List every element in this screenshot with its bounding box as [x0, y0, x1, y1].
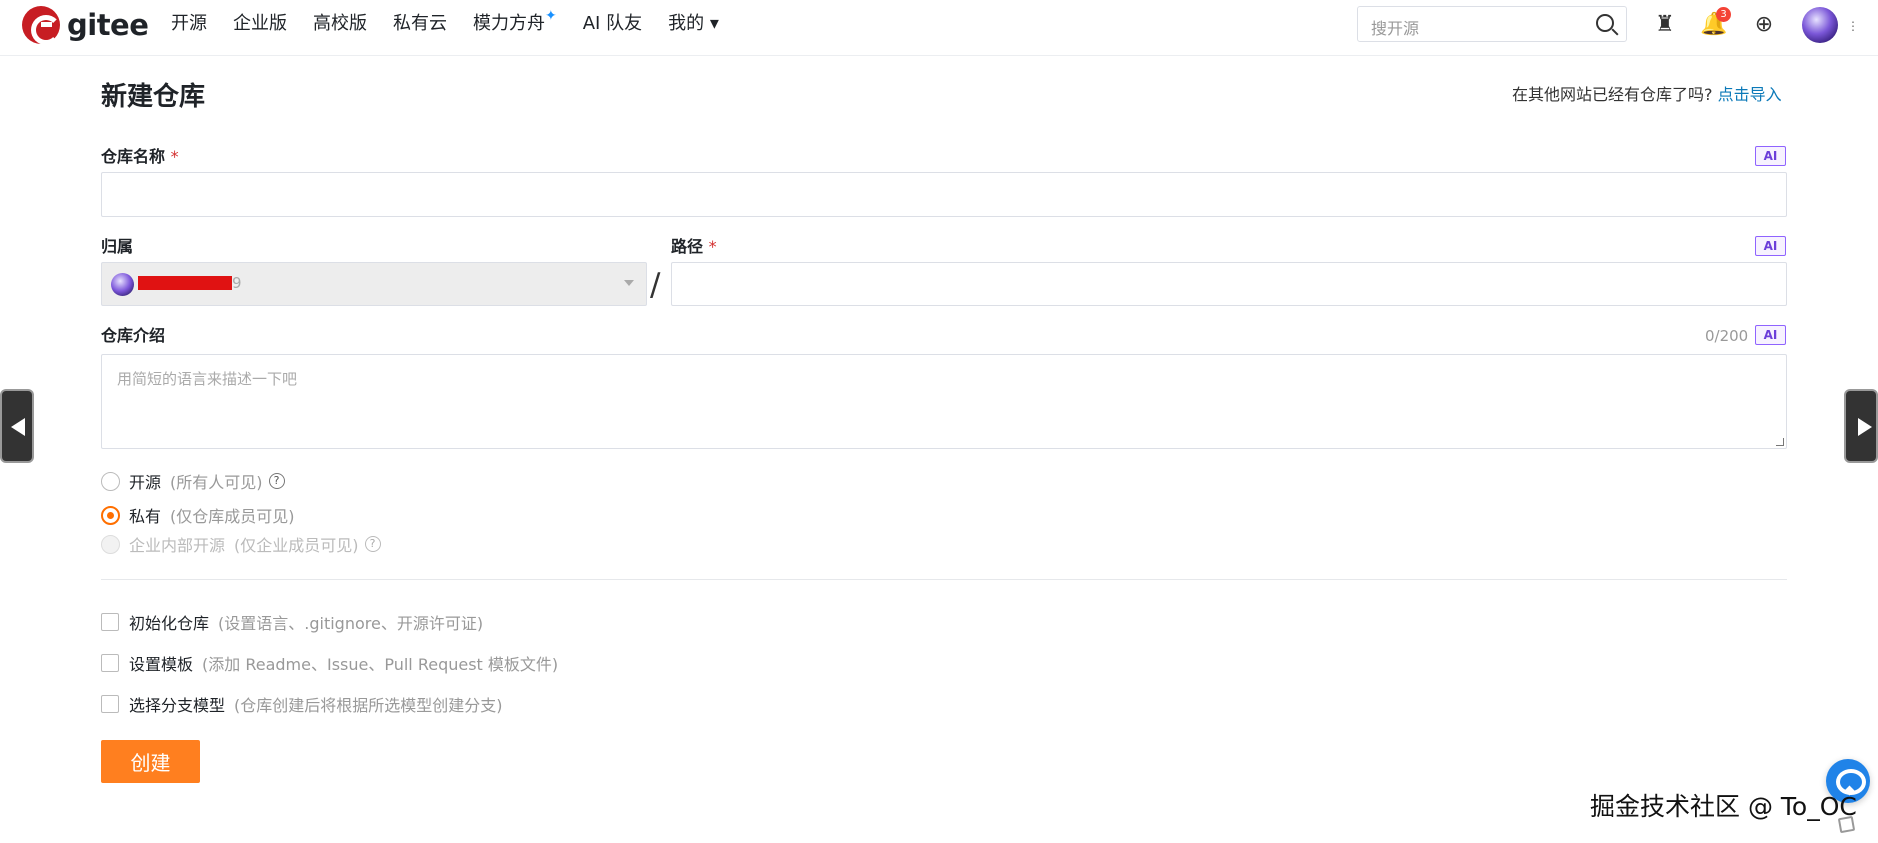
gitee-logo-text: gitee: [67, 8, 149, 42]
search-icon[interactable]: [1596, 14, 1614, 32]
top-navigation: gitee 开源 企业版 高校版 私有云 模力方舟✦ AI 队友 我的 ▾ 搜开…: [0, 0, 1878, 56]
enterprise-label: 企业内部开源: [129, 536, 226, 555]
nav-enterprise[interactable]: 企业版: [233, 12, 287, 37]
chevron-down-icon: ▾: [709, 13, 719, 34]
description-ai-button[interactable]: AI: [1755, 325, 1786, 345]
private-label: 私有: [129, 507, 162, 526]
description-label: 仓库介绍: [101, 326, 166, 345]
left-side-tab[interactable]: [2, 391, 32, 461]
page-title: 新建仓库: [101, 82, 206, 112]
nav-private-cloud[interactable]: 私有云: [393, 12, 447, 37]
template-label: 设置模板: [129, 655, 194, 674]
visibility-opensource-option[interactable]: 开源 (所有人可见) ?: [101, 469, 285, 493]
path-label-text: 路径: [671, 237, 704, 256]
nav-mine[interactable]: 我的 ▾: [668, 12, 719, 37]
private-radio[interactable]: [101, 505, 120, 525]
opensource-radio[interactable]: [101, 471, 120, 491]
nav-moli-fangzhou-label: 模力方舟: [473, 13, 545, 34]
owner-suffix: 9: [232, 274, 242, 292]
required-mark: *: [708, 237, 717, 256]
sparkle-icon: ✦: [545, 8, 557, 24]
import-prompt: 在其他网站已经有仓库了吗? 点击导入: [1512, 81, 1782, 105]
import-link[interactable]: 点击导入: [1718, 85, 1782, 104]
owner-select[interactable]: 9: [101, 262, 647, 306]
path-label: 路径 *: [671, 237, 717, 257]
visibility-private-option[interactable]: 私有 (仅仓库成员可见): [101, 503, 295, 527]
template-checkbox[interactable]: [101, 654, 119, 672]
initialize-repo-checkbox[interactable]: [101, 613, 119, 631]
opensource-hint: (所有人可见): [170, 473, 263, 492]
description-placeholder: 用简短的语言来描述一下吧: [117, 370, 298, 388]
template-hint: (添加 Readme、Issue、Pull Request 模板文件): [202, 655, 559, 674]
import-prompt-text: 在其他网站已经有仓库了吗?: [1512, 85, 1713, 104]
owner-avatar: [111, 273, 134, 296]
textarea-resize-handle[interactable]: [1776, 438, 1784, 446]
branch-model-option[interactable]: 选择分支模型 (仓库创建后将根据所选模型创建分支): [101, 692, 503, 716]
enterprise-radio: [101, 534, 120, 554]
description-textarea[interactable]: 用简短的语言来描述一下吧: [101, 354, 1787, 449]
path-ai-button[interactable]: AI: [1755, 236, 1786, 256]
path-separator: /: [650, 267, 661, 303]
right-side-tab[interactable]: [1846, 391, 1876, 461]
user-avatar[interactable]: [1802, 7, 1838, 43]
nav-ai-teammate[interactable]: AI 队友: [583, 12, 642, 37]
copilot-icon[interactable]: ♜: [1651, 10, 1679, 38]
visibility-enterprise-option: 企业内部开源 (仅企业成员可见) ?: [101, 532, 381, 556]
redacted-owner-name: [138, 276, 232, 290]
help-icon: ?: [364, 536, 381, 552]
notification-icon[interactable]: 🔔 3: [1700, 7, 1731, 38]
repo-name-ai-button[interactable]: AI: [1755, 146, 1786, 166]
repo-name-input[interactable]: [101, 172, 1787, 217]
branch-model-hint: (仓库创建后将根据所选模型创建分支): [234, 696, 503, 715]
form-divider: [101, 579, 1787, 580]
chevron-left-icon: [11, 418, 25, 436]
opensource-label: 开源: [129, 473, 162, 492]
branch-model-label: 选择分支模型: [129, 696, 226, 715]
plus-icon[interactable]: ⊕: [1750, 10, 1778, 38]
search-input[interactable]: 搜开源: [1357, 6, 1627, 42]
chevron-right-icon: [1858, 418, 1872, 436]
create-button[interactable]: 创建: [101, 740, 200, 783]
initialize-repo-hint: (设置语言、.gitignore、开源许可证): [218, 614, 484, 633]
enterprise-hint: (仅企业成员可见): [234, 536, 359, 555]
notification-badge: 3: [1716, 7, 1731, 22]
nav-opensource[interactable]: 开源: [171, 12, 207, 37]
search-placeholder: 搜开源: [1371, 19, 1420, 38]
repo-name-label: 仓库名称 *: [101, 147, 179, 167]
nav-mine-label: 我的: [668, 13, 705, 34]
path-input[interactable]: [671, 262, 1787, 306]
gitee-logo-icon: [22, 6, 61, 45]
template-option[interactable]: 设置模板 (添加 Readme、Issue、Pull Request 模板文件): [101, 651, 558, 675]
initialize-repo-label: 初始化仓库: [129, 614, 210, 633]
private-hint: (仅仓库成员可见): [170, 507, 295, 526]
watermark: 掘金技术社区 @ To_OC: [1590, 792, 1857, 821]
repo-name-label-text: 仓库名称: [101, 147, 166, 166]
initialize-repo-option[interactable]: 初始化仓库 (设置语言、.gitignore、开源许可证): [101, 610, 483, 634]
main-nav: 开源 企业版 高校版 私有云 模力方舟✦ AI 队友 我的 ▾: [171, 8, 719, 37]
avatar-menu-chevron-icon[interactable]: ⋮: [1847, 19, 1859, 33]
gitee-logo[interactable]: gitee: [22, 5, 149, 45]
nav-moli-fangzhou[interactable]: 模力方舟✦: [473, 8, 557, 37]
required-mark: *: [170, 147, 179, 166]
help-icon[interactable]: ?: [268, 473, 285, 489]
nav-education[interactable]: 高校版: [313, 12, 367, 37]
branch-model-checkbox[interactable]: [101, 695, 119, 713]
description-counter: 0/200: [1705, 327, 1749, 345]
edit-icon[interactable]: [1837, 815, 1856, 834]
chevron-down-icon: [624, 280, 634, 286]
owner-label: 归属: [101, 237, 134, 256]
